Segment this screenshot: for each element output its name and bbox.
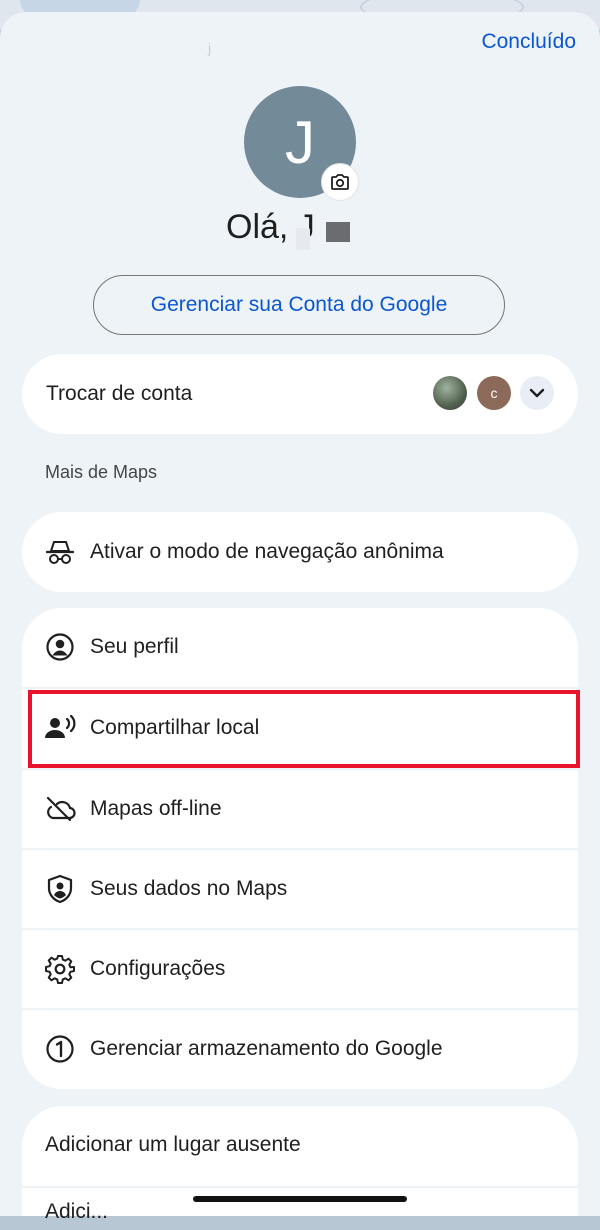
maps-menu-group: Seu perfil Compartilhar local Mapas off-…: [22, 608, 578, 1089]
menu-item-settings[interactable]: Configurações: [22, 930, 578, 1008]
menu-row: Mapas off-line: [22, 770, 578, 848]
account-circle-icon: [44, 631, 76, 663]
shield-person-icon: [44, 873, 76, 905]
home-indicator: [193, 1196, 407, 1202]
highlight-box: [28, 690, 580, 768]
cloud-off-icon: [44, 793, 76, 825]
change-photo-button[interactable]: [321, 163, 359, 201]
storage-one-icon: [44, 1033, 76, 1065]
menu-item-your-data[interactable]: Seus dados no Maps: [22, 850, 578, 928]
incognito-label: Ativar o modo de navegação anônima: [90, 540, 444, 563]
menu-item-label: Seu perfil: [90, 635, 179, 658]
done-button[interactable]: Concluído: [481, 30, 576, 54]
incognito-card[interactable]: Ativar o modo de navegação anônima: [22, 512, 578, 592]
section-title: Mais de Maps: [45, 462, 158, 482]
menu-item-profile[interactable]: Seu perfil: [22, 608, 578, 687]
menu-item-manage-storage[interactable]: Gerenciar armazenamento do Google: [22, 1010, 578, 1089]
expand-accounts-button[interactable]: [520, 376, 554, 410]
account-email-faint: j: [208, 40, 212, 56]
menu-item-label: Seus dados no Maps: [90, 877, 288, 900]
menu-row: Gerenciar armazenamento do Google: [22, 1010, 578, 1088]
camera-icon: [331, 174, 349, 190]
gear-icon: [44, 953, 76, 985]
incognito-row[interactable]: Ativar o modo de navegação anônima: [22, 513, 578, 591]
menu-item-label: Gerenciar armazenamento do Google: [90, 1037, 443, 1060]
avatar-initial: J: [285, 108, 315, 176]
menu-row: Configurações: [22, 930, 578, 1008]
switch-account-row[interactable]: Trocar de conta c: [22, 354, 578, 434]
account-avatar-photo[interactable]: [433, 376, 467, 410]
menu-row: Seus dados no Maps: [22, 850, 578, 928]
divider: [22, 1186, 578, 1188]
incognito-icon: [44, 536, 76, 568]
switch-account-label: Trocar de conta: [46, 382, 193, 405]
chevron-down-icon: [529, 388, 545, 398]
account-initial-letter: c: [490, 385, 498, 401]
manage-account-button[interactable]: Gerenciar sua Conta do Google: [93, 275, 505, 335]
menu-row: Seu perfil: [22, 608, 578, 686]
account-avatar-initial[interactable]: c: [477, 376, 511, 410]
add-missing-place-row[interactable]: Adicionar um lugar ausente: [22, 1106, 578, 1184]
menu-item-label: Adici...: [45, 1200, 109, 1223]
redaction-mark: [326, 222, 350, 242]
menu-item-offline-maps[interactable]: Mapas off-line: [22, 770, 578, 848]
menu-item-label: Configurações: [90, 957, 226, 980]
menu-item-label: Mapas off-line: [90, 797, 222, 820]
menu-item-label: Adicionar um lugar ausente: [45, 1133, 301, 1156]
redaction-mark: [296, 228, 310, 250]
